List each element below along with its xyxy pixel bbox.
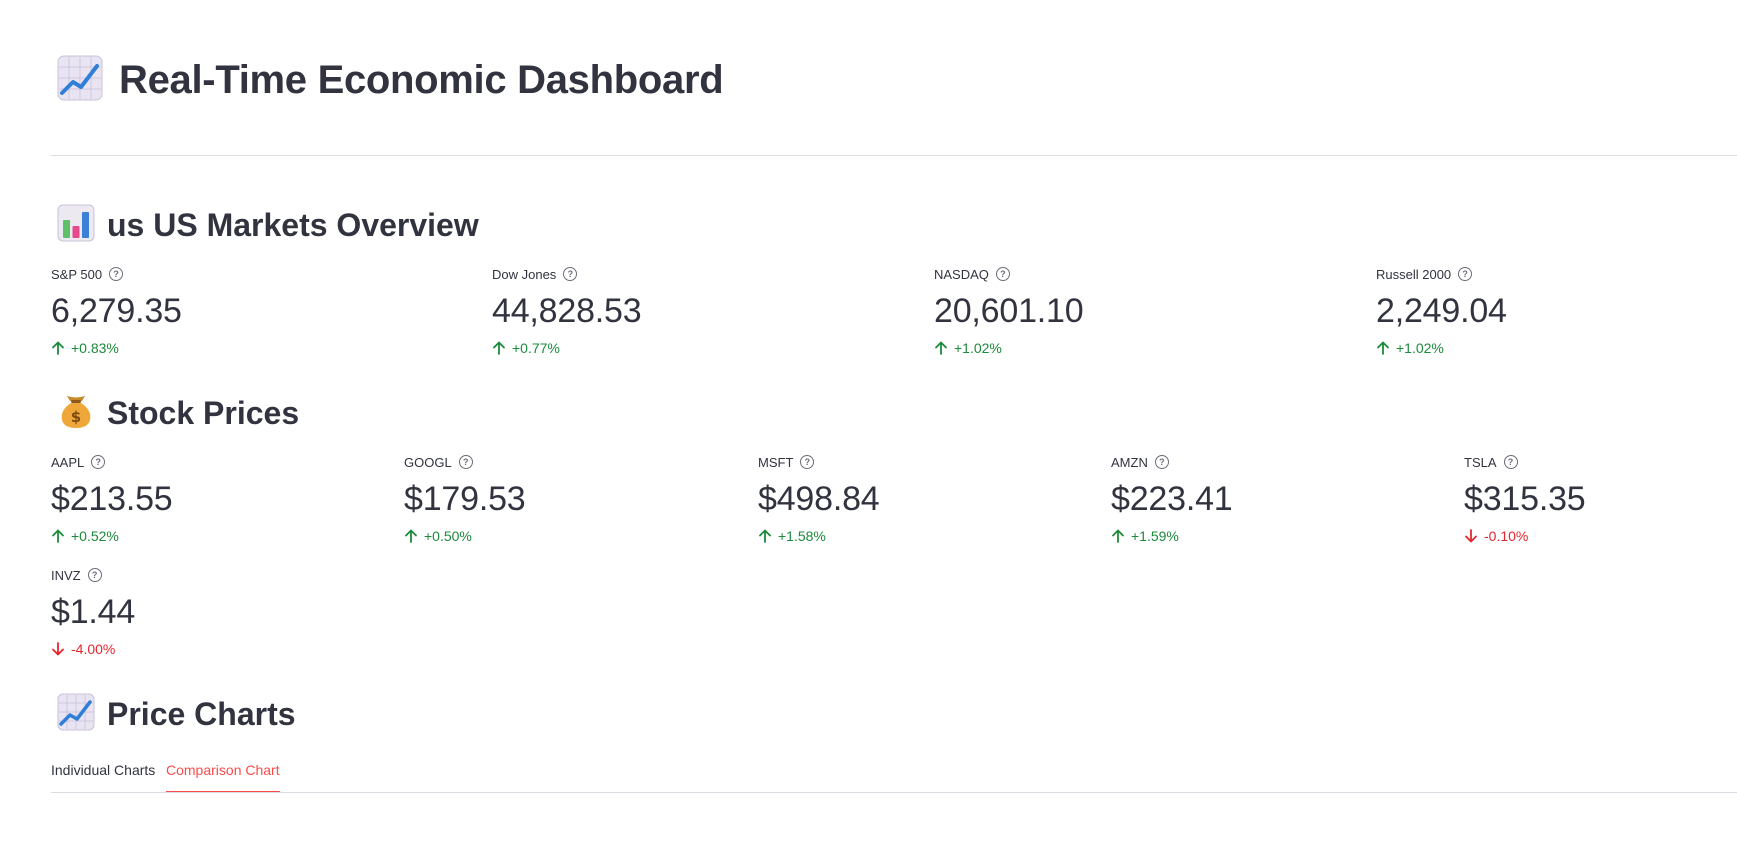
chart-increasing-icon <box>57 693 95 736</box>
metric-tsla: TSLA? $315.35 -0.10% <box>1464 453 1586 545</box>
charts-section-title: Price Charts <box>107 695 296 732</box>
metric-value: $213.55 <box>51 480 173 518</box>
page-title: Real-Time Economic Dashboard <box>119 57 724 102</box>
stocks-section-header: $ Stock Prices <box>57 391 299 435</box>
metric-label: AAPL <box>51 454 85 470</box>
arrow-up-icon <box>52 529 64 543</box>
help-icon[interactable]: ? <box>1503 455 1518 469</box>
metric-googl: GOOGL? $179.53 +0.50% <box>404 453 526 545</box>
metric-label: MSFT <box>758 454 794 470</box>
metric-label: S&P 500 <box>51 266 103 282</box>
markets-section-header: us US Markets Overview <box>57 203 479 247</box>
bar-chart-icon <box>57 204 95 247</box>
metric-value: 2,249.04 <box>1376 292 1507 330</box>
metric-value: 44,828.53 <box>492 292 642 330</box>
help-icon[interactable]: ? <box>458 455 473 469</box>
metric-aapl: AAPL? $213.55 +0.52% <box>51 453 173 545</box>
metric-russell-2000: Russell 2000? 2,249.04 +1.02% <box>1376 265 1507 357</box>
metric-label: Russell 2000 <box>1376 266 1452 282</box>
help-icon[interactable]: ? <box>1154 455 1169 469</box>
metric-delta: +0.77% <box>492 339 641 357</box>
metric-value: $498.84 <box>758 480 880 518</box>
metric-delta: +1.02% <box>1376 339 1507 357</box>
arrow-up-icon <box>1112 529 1124 543</box>
help-icon[interactable]: ? <box>1458 267 1473 281</box>
metric-dow-jones: Dow Jones? 44,828.53 +0.77% <box>492 265 642 357</box>
arrow-up-icon <box>493 341 505 355</box>
metric-value: $179.53 <box>404 480 526 518</box>
metric-delta: +0.83% <box>51 339 182 357</box>
arrow-up-icon <box>759 529 771 543</box>
metric-value: $315.35 <box>1464 480 1586 518</box>
metric-delta: +1.02% <box>934 339 1083 357</box>
tab-individual-charts[interactable]: Individual Charts <box>51 760 155 793</box>
metric-delta: -0.10% <box>1464 527 1586 545</box>
help-icon[interactable]: ? <box>800 455 815 469</box>
chart-increasing-icon <box>57 55 103 106</box>
help-icon[interactable]: ? <box>563 267 578 281</box>
money-bag-icon: $ <box>57 392 95 435</box>
metric-delta: +1.59% <box>1111 527 1233 545</box>
svg-text:$: $ <box>71 408 81 426</box>
metric-label: TSLA <box>1464 454 1497 470</box>
metric-sp500: S&P 500? 6,279.35 +0.83% <box>51 265 182 357</box>
metric-label: INVZ <box>51 567 81 583</box>
arrow-up-icon <box>52 341 64 355</box>
page-header: Real-Time Economic Dashboard <box>57 52 724 108</box>
arrow-down-icon <box>1465 529 1477 543</box>
dashboard-page: Real-Time Economic Dashboard us US Marke… <box>0 0 1737 847</box>
stocks-section-title: Stock Prices <box>107 394 300 431</box>
arrow-up-icon <box>935 341 947 355</box>
arrow-up-icon <box>1377 341 1389 355</box>
help-icon[interactable]: ? <box>87 568 102 582</box>
metric-delta: +0.50% <box>404 527 526 545</box>
charts-section-header: Price Charts <box>57 692 296 736</box>
metric-delta: +0.52% <box>51 527 173 545</box>
arrow-down-icon <box>52 642 64 656</box>
metric-nasdaq: NASDAQ? 20,601.10 +1.02% <box>934 265 1084 357</box>
metric-msft: MSFT? $498.84 +1.58% <box>758 453 880 545</box>
metric-label: AMZN <box>1111 454 1148 470</box>
help-icon[interactable]: ? <box>91 455 106 469</box>
tabs-divider <box>51 792 1737 793</box>
help-icon[interactable]: ? <box>995 267 1010 281</box>
metric-value: $1.44 <box>51 593 136 631</box>
metric-amzn: AMZN? $223.41 +1.59% <box>1111 453 1233 545</box>
metric-value: $223.41 <box>1111 480 1233 518</box>
metric-label: GOOGL <box>404 454 452 470</box>
metric-value: 6,279.35 <box>51 292 182 330</box>
metric-invz: INVZ? $1.44 -4.00% <box>51 566 135 658</box>
help-icon[interactable]: ? <box>109 267 124 281</box>
metric-delta: +1.58% <box>758 527 880 545</box>
metric-value: 20,601.10 <box>934 292 1084 330</box>
arrow-up-icon <box>405 529 417 543</box>
header-divider <box>51 155 1737 156</box>
metric-label: NASDAQ <box>934 266 989 282</box>
tab-comparison-chart[interactable]: Comparison Chart <box>166 760 280 793</box>
chart-tabs: Individual Charts Comparison Chart <box>51 760 1737 793</box>
metric-delta: -4.00% <box>51 640 135 658</box>
metric-label: Dow Jones <box>492 266 557 282</box>
markets-section-title: us US Markets Overview <box>107 206 479 243</box>
